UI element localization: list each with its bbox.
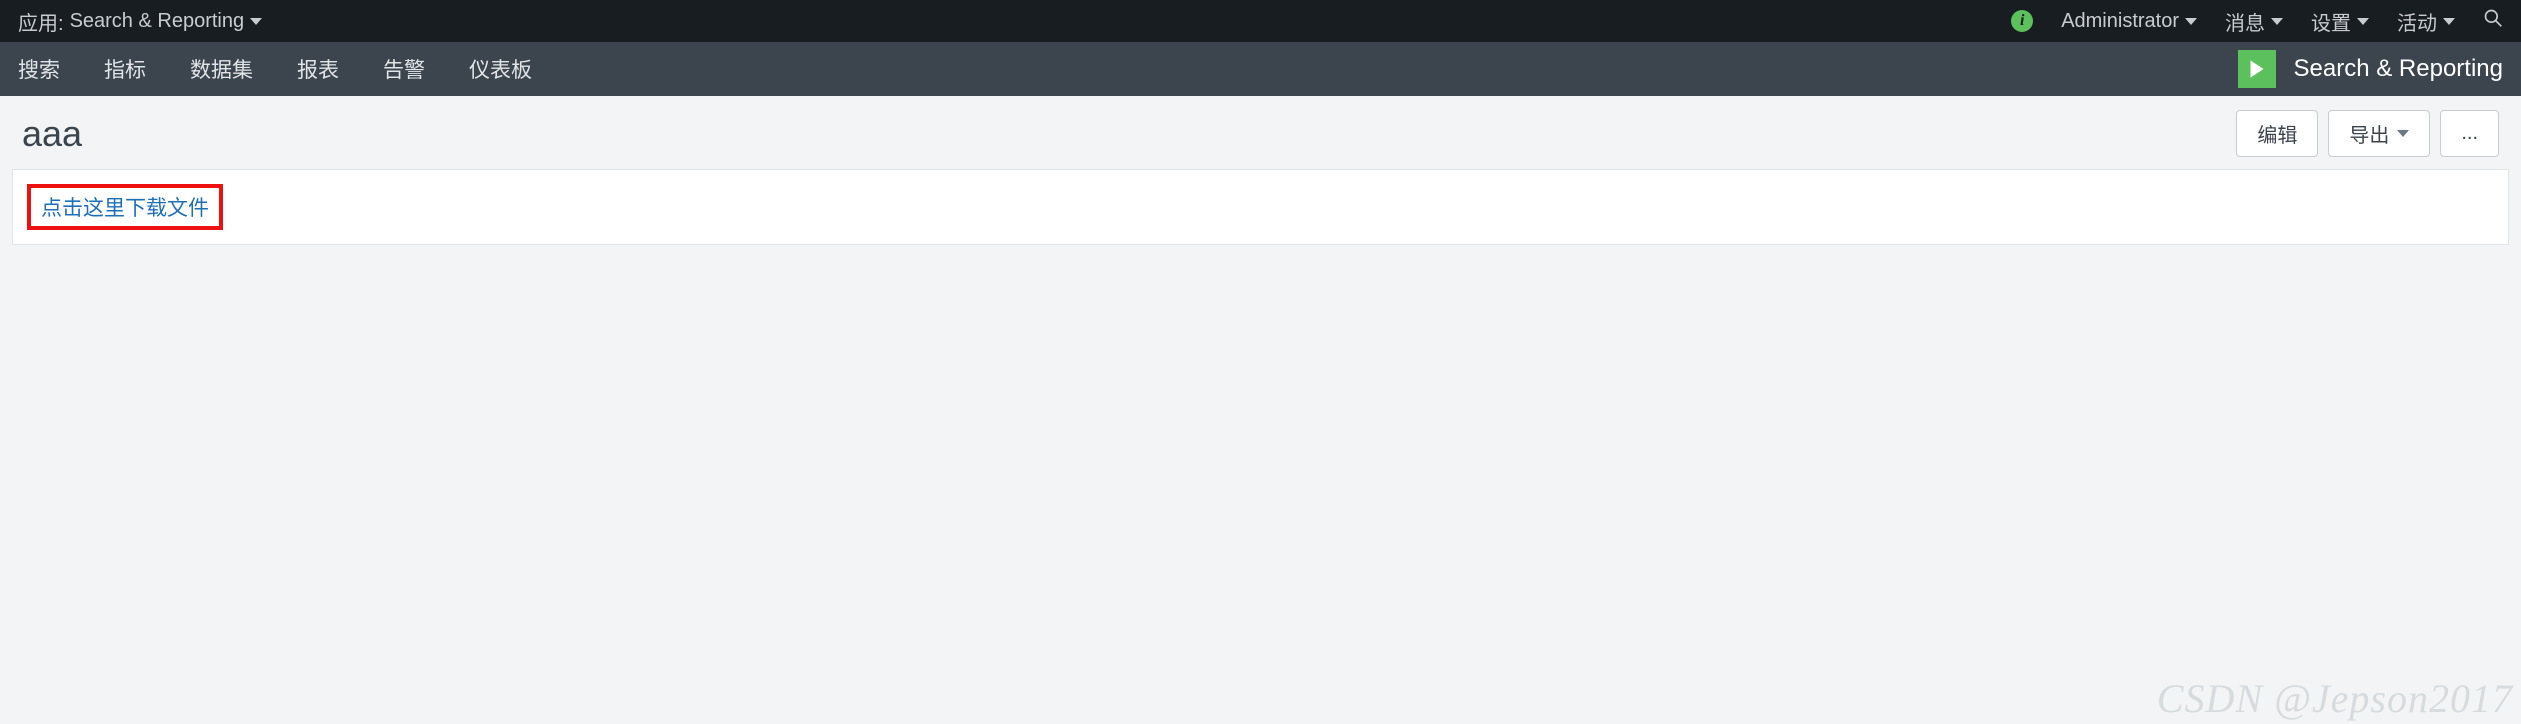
settings-label: 设置 [2311, 7, 2351, 36]
settings-menu[interactable]: 设置 [2311, 7, 2369, 36]
top-right-group: i Administrator 消息 设置 活动 [2011, 7, 2503, 36]
caret-down-icon [2397, 130, 2409, 137]
nav-item-reports[interactable]: 报表 [297, 54, 339, 84]
nav-items: 搜索 指标 数据集 报表 告警 仪表板 [18, 54, 532, 84]
activity-label: 活动 [2397, 7, 2437, 36]
user-label: Administrator [2061, 10, 2179, 33]
header-actions: 编辑 导出 ... [2236, 110, 2499, 157]
app-brand[interactable]: Search & Reporting [2238, 50, 2503, 88]
app-switcher[interactable]: 应用: Search & Reporting [18, 7, 262, 36]
activity-menu[interactable]: 活动 [2397, 7, 2455, 36]
messages-menu[interactable]: 消息 [2225, 7, 2283, 36]
brand-logo-icon [2238, 50, 2276, 88]
caret-down-icon [2271, 18, 2283, 25]
nav-item-alerts[interactable]: 告警 [383, 54, 425, 84]
page-title: aaa [22, 113, 82, 155]
edit-button[interactable]: 编辑 [2236, 110, 2318, 157]
app-prefix-label: 应用: [18, 7, 64, 36]
user-menu[interactable]: Administrator [2061, 10, 2197, 33]
content-panel: 点击这里下载文件 [12, 169, 2509, 245]
watermark: CSDN @Jepson2017 [2157, 675, 2513, 722]
nav-item-search[interactable]: 搜索 [18, 54, 60, 84]
page-header: aaa 编辑 导出 ... [0, 96, 2521, 169]
global-search-icon[interactable] [2483, 8, 2503, 34]
app-nav-bar: 搜索 指标 数据集 报表 告警 仪表板 Search & Reporting [0, 42, 2521, 96]
caret-down-icon [2185, 18, 2197, 25]
highlight-box: 点击这里下载文件 [27, 184, 223, 230]
more-button[interactable]: ... [2440, 110, 2499, 157]
export-button-label: 导出 [2349, 119, 2389, 148]
messages-label: 消息 [2225, 7, 2265, 36]
global-top-bar: 应用: Search & Reporting i Administrator 消… [0, 0, 2521, 42]
nav-item-metrics[interactable]: 指标 [104, 54, 146, 84]
more-button-label: ... [2461, 122, 2478, 145]
caret-down-icon [2357, 18, 2369, 25]
edit-button-label: 编辑 [2257, 119, 2297, 148]
brand-label: Search & Reporting [2294, 55, 2503, 83]
caret-down-icon [2443, 18, 2455, 25]
nav-item-datasets[interactable]: 数据集 [190, 54, 253, 84]
info-icon[interactable]: i [2011, 10, 2033, 32]
nav-item-dashboards[interactable]: 仪表板 [469, 54, 532, 84]
caret-down-icon [250, 18, 262, 25]
export-button[interactable]: 导出 [2328, 110, 2430, 157]
download-file-link[interactable]: 点击这里下载文件 [41, 197, 209, 220]
app-name-label: Search & Reporting [70, 10, 245, 33]
